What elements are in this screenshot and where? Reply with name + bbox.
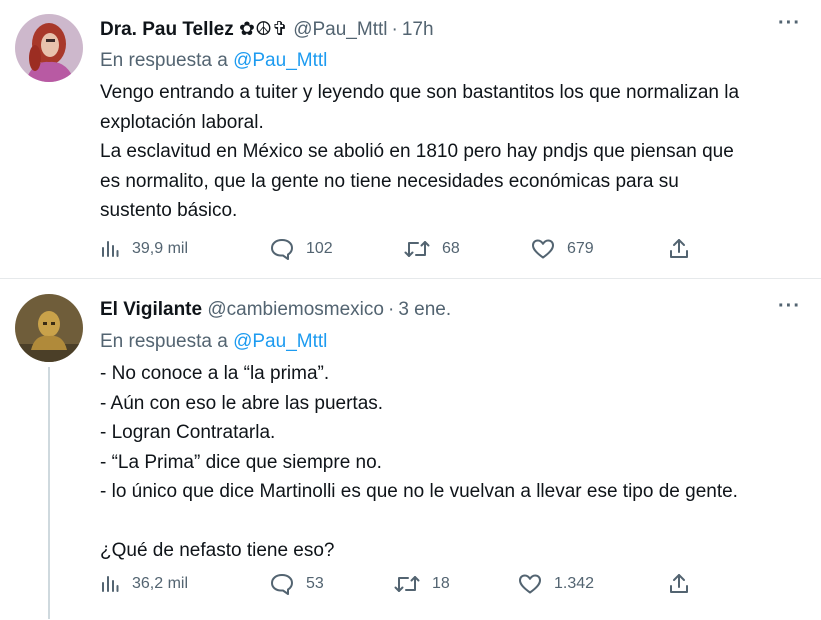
reply-prefix: En respuesta a — [100, 331, 228, 352]
reply-mention[interactable]: @Pau_Mttl — [233, 331, 327, 352]
views-button[interactable]: 39,9 mil — [100, 234, 188, 264]
tweet-text-line: ¿Qué de nefasto tiene eso? — [100, 540, 335, 561]
tweet-text-line: sustento básico. — [100, 200, 238, 221]
tweet-text-line: - No conoce a la “la prima”. — [100, 363, 330, 384]
retweet-icon — [404, 241, 430, 257]
heart-icon — [532, 239, 554, 259]
views-button[interactable]: 36,2 mil — [100, 569, 188, 599]
heart-icon — [519, 574, 541, 594]
tweet-header: Dra. Pau Tellez ✿☮✞ @Pau_Mttl · 17h — [100, 19, 434, 40]
avatar[interactable] — [15, 294, 83, 362]
views-count: 36,2 mil — [132, 575, 189, 592]
more-icon[interactable]: ··· — [778, 295, 801, 318]
reply-button[interactable]: 53 — [270, 569, 324, 599]
bar-chart-icon — [102, 576, 119, 592]
reply-context: En respuesta a @Pau_Mttl — [100, 331, 327, 353]
more-icon[interactable]: ··· — [778, 12, 801, 35]
tweet-text-line: La esclavitud en México se abolió en 181… — [100, 141, 734, 162]
display-name[interactable]: Dra. Pau Tellez — [100, 19, 234, 40]
tweet-text-line: Vengo entrando a tuiter y leyendo que so… — [100, 82, 740, 103]
reply-mention[interactable]: @Pau_Mttl — [233, 50, 327, 71]
thread-line — [48, 367, 50, 619]
tweet-text-line: es normalito, que la gente no tiene nece… — [100, 170, 679, 192]
timestamp[interactable]: 3 ene. — [398, 299, 451, 320]
display-name[interactable]: El Vigilante — [100, 299, 202, 320]
like-button[interactable]: 679 — [531, 234, 594, 264]
speech-bubble-icon — [271, 239, 293, 260]
bar-chart-icon — [102, 241, 119, 257]
reply-count: 102 — [306, 240, 333, 257]
reply-button[interactable]: 102 — [270, 234, 333, 264]
share-button[interactable] — [668, 234, 690, 264]
action-bar: 36,2 mil 53 18 1.342 — [100, 569, 720, 599]
retweet-button[interactable]: 68 — [404, 234, 460, 264]
retweet-button[interactable]: 18 — [394, 569, 450, 599]
reply-prefix: En respuesta a — [100, 50, 228, 71]
retweet-count: 68 — [442, 240, 460, 257]
like-count: 1.342 — [554, 575, 595, 592]
like-button[interactable]: 1.342 — [518, 569, 594, 599]
timestamp[interactable]: 17h — [402, 19, 434, 40]
share-button[interactable] — [668, 569, 690, 599]
views-count: 39,9 mil — [132, 240, 189, 257]
user-handle[interactable]: @Pau_Mttl — [293, 19, 387, 40]
user-handle[interactable]: @cambiemosmexico — [207, 299, 384, 320]
tweet-text-line: - Aún con eso le abre las puertas. — [100, 392, 384, 414]
like-count: 679 — [567, 240, 594, 257]
tweet-text: - No conoce a la “la prima”. - Aún con e… — [100, 359, 800, 566]
share-icon — [670, 239, 688, 258]
tweet-header: El Vigilante @cambiemosmexico · 3 ene. — [100, 299, 452, 320]
retweet-icon — [394, 576, 420, 592]
tweet-text-line: explotación laboral. — [100, 111, 264, 133]
reply-count: 53 — [306, 575, 324, 592]
tweet[interactable]: El Vigilante @cambiemosmexico · 3 ene. ···… — [0, 279, 821, 620]
tweet[interactable]: Dra. Pau Tellez ✿☮✞ @Pau_Mttl · 17h ··· En… — [0, 0, 821, 279]
name-emoji: ✿☮✞ — [239, 19, 288, 40]
avatar[interactable] — [15, 14, 83, 82]
share-icon — [670, 574, 688, 593]
tweet-text-line: - lo único que dice Martinolli es que no… — [100, 481, 738, 502]
retweet-count: 18 — [432, 575, 450, 592]
tweet-text-line: - Logran Contratarla. — [100, 422, 276, 443]
tweet-text: Vengo entrando a tuiter y leyendo que so… — [100, 78, 800, 226]
action-bar: 39,9 mil 102 68 679 — [100, 234, 720, 264]
tweet-text-line: - “La Prima” dice que siempre no. — [100, 451, 382, 473]
reply-context: En respuesta a @Pau_Mttl — [100, 50, 327, 72]
speech-bubble-icon — [271, 574, 293, 595]
tweet-text-line — [100, 507, 800, 537]
